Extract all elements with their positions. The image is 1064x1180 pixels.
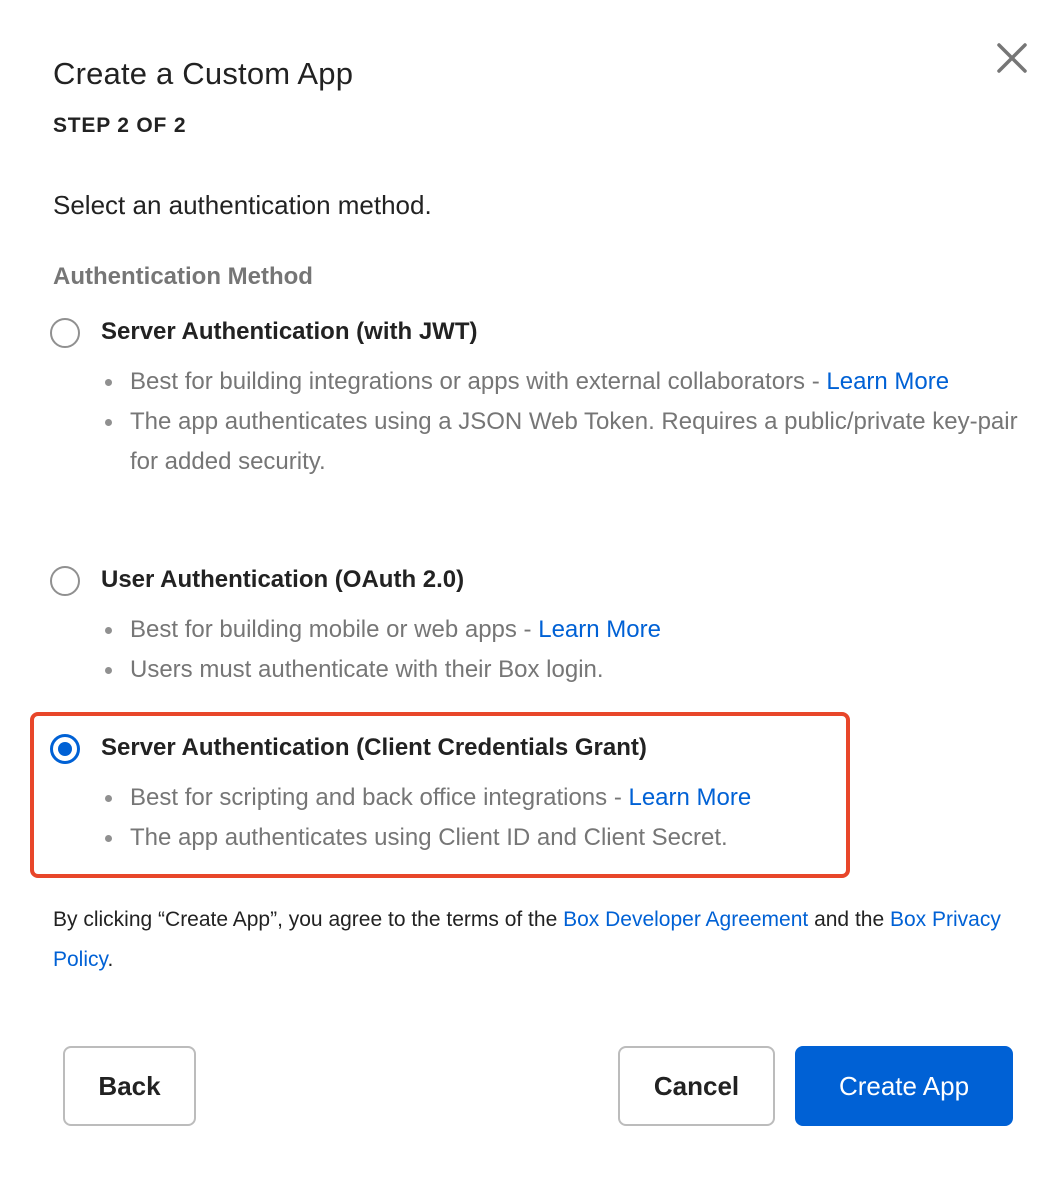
list-item: Users must authenticate with their Box l…: [100, 650, 1020, 690]
bullet-icon: [105, 419, 112, 426]
authentication-method-label: Authentication Method: [53, 263, 313, 290]
auth-option-ccg-label[interactable]: Server Authentication (Client Credential…: [101, 734, 647, 762]
learn-more-link-jwt[interactable]: Learn More: [826, 368, 949, 395]
list-item: The app authenticates using a JSON Web T…: [100, 402, 1020, 482]
terms-suffix: .: [107, 948, 114, 971]
auth-option-jwt-details: Best for building integrations or apps w…: [100, 362, 1020, 482]
step-indicator: STEP 2 OF 2: [53, 114, 187, 137]
bullet-text: The app authenticates using a JSON Web T…: [130, 408, 1018, 475]
terms-text: By clicking “Create App”, you agree to t…: [53, 900, 1023, 980]
developer-agreement-link[interactable]: Box Developer Agreement: [563, 908, 808, 931]
bullet-text: Best for building integrations or apps w…: [130, 368, 827, 395]
terms-prefix: By clicking “Create App”, you agree to t…: [53, 908, 564, 931]
bullet-text: The app authenticates using Client ID an…: [130, 824, 728, 851]
cancel-button[interactable]: Cancel: [618, 1046, 775, 1126]
auth-option-jwt-label[interactable]: Server Authentication (with JWT): [101, 318, 477, 346]
list-item: Best for building integrations or apps w…: [100, 362, 1020, 402]
bullet-icon: [105, 835, 112, 842]
auth-option-oauth-label[interactable]: User Authentication (OAuth 2.0): [101, 566, 464, 594]
radio-oauth[interactable]: [50, 566, 80, 596]
bullet-icon: [105, 627, 112, 634]
bullet-icon: [105, 667, 112, 674]
learn-more-link-ccg[interactable]: Learn More: [628, 784, 751, 811]
bullet-icon: [105, 379, 112, 386]
create-custom-app-dialog: Create a Custom App STEP 2 OF 2 Select a…: [0, 0, 1064, 1180]
list-item: Best for scripting and back office integ…: [100, 778, 1020, 818]
dialog-title: Create a Custom App: [53, 56, 354, 91]
back-button[interactable]: Back: [63, 1046, 196, 1126]
bullet-icon: [105, 795, 112, 802]
learn-more-link-oauth[interactable]: Learn More: [538, 616, 661, 643]
intro-text: Select an authentication method.: [53, 190, 432, 220]
auth-option-oauth-details: Best for building mobile or web apps - L…: [100, 610, 1020, 690]
radio-ccg[interactable]: [50, 734, 80, 764]
bullet-text: Best for scripting and back office integ…: [130, 784, 629, 811]
auth-option-ccg-details: Best for scripting and back office integ…: [100, 778, 1020, 858]
create-app-button[interactable]: Create App: [795, 1046, 1013, 1126]
radio-jwt[interactable]: [50, 318, 80, 348]
close-icon[interactable]: [994, 40, 1030, 76]
bullet-text: Users must authenticate with their Box l…: [130, 656, 604, 683]
list-item: Best for building mobile or web apps - L…: [100, 610, 1020, 650]
bullet-text: Best for building mobile or web apps -: [130, 616, 539, 643]
terms-middle: and the: [808, 908, 890, 931]
radio-selected-dot: [58, 742, 72, 756]
list-item: The app authenticates using Client ID an…: [100, 818, 1020, 858]
